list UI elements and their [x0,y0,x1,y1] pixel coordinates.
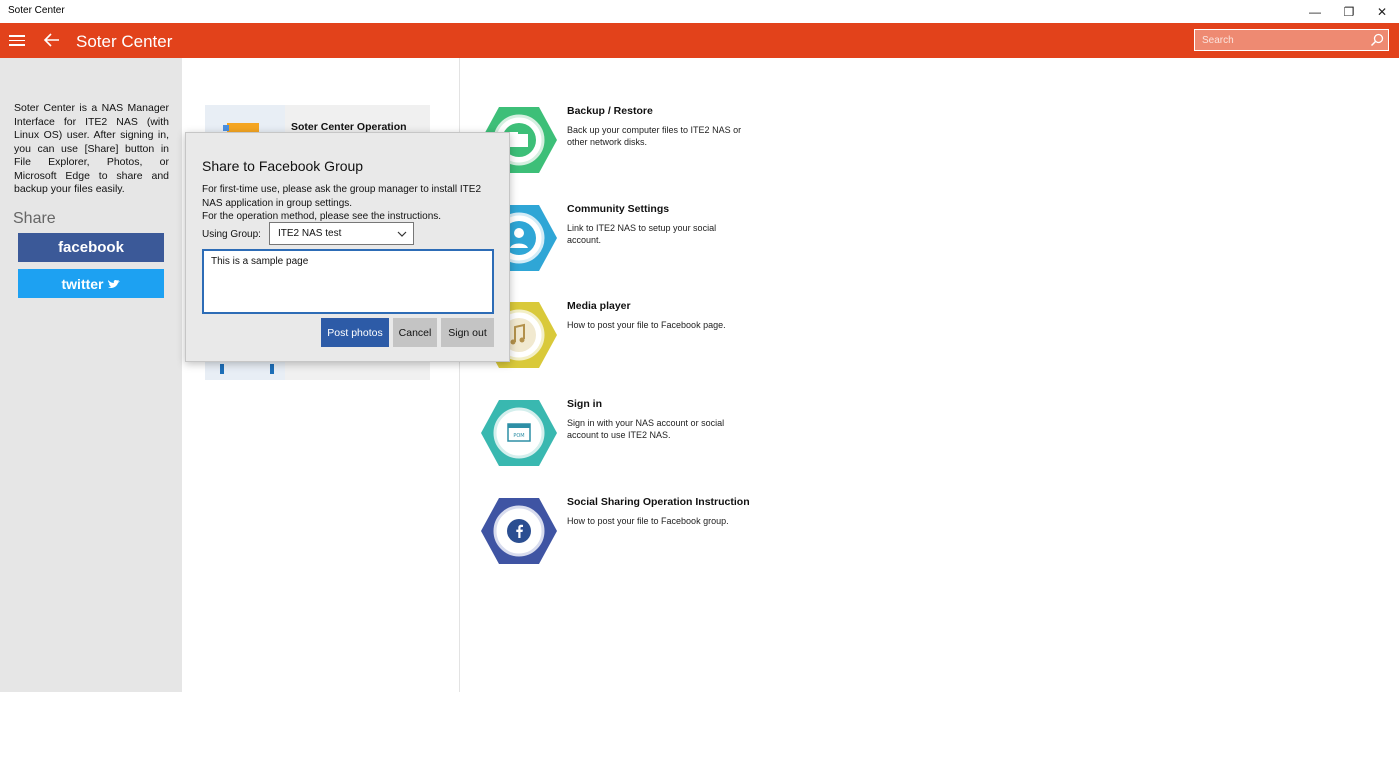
feature-desc: Back up your computer files to ITE2 NAS … [567,125,742,147]
feature-desc: How to post your file to Facebook page. [567,320,726,330]
app-title: Soter Center [76,32,173,51]
feature-backup-restore[interactable]: Backup / Restore Back up your computer f… [480,105,780,175]
post-photos-button[interactable]: Post photos [321,318,389,347]
dialog-message: For first-time use, please ask the group… [202,184,482,222]
hamburger-menu-icon[interactable] [9,35,25,46]
window-titlebar: Soter Center — ❐ ✕ [0,0,1399,23]
window-icon: POM [481,400,557,466]
facebook-label: facebook [58,239,124,256]
feature-sign-in[interactable]: POM Sign in Sign in with your NAS accoun… [480,398,780,468]
facebook-share-button[interactable]: facebook [18,233,164,262]
feature-desc: Sign in with your NAS account or social … [567,418,725,440]
search-box [1194,29,1389,51]
close-button[interactable]: ✕ [1365,0,1399,23]
feature-title: Community Settings [567,203,670,215]
app-bar: Soter Center [0,23,1399,58]
sign-out-button[interactable]: Sign out [441,318,494,347]
dialog-title: Share to Facebook Group [202,158,364,174]
twitter-bird-icon [107,279,120,288]
feature-community-settings[interactable]: Community Settings Link to ITE2 NAS to s… [480,203,780,273]
group-select[interactable]: ITE2 NAS test [269,222,414,245]
message-textarea[interactable]: This is a sample page [202,249,494,314]
left-pane: Soter Center is a NAS Manager Interface … [0,58,182,692]
search-input[interactable] [1195,30,1365,50]
feature-social-sharing[interactable]: Social Sharing Operation Instruction How… [480,496,780,566]
maximize-button[interactable]: ❐ [1332,0,1366,23]
app-description: Soter Center is a NAS Manager Interface … [14,102,169,195]
twitter-label: twitter [61,275,104,292]
share-heading: Share [13,210,56,227]
facebook-icon [481,498,557,564]
window-title: Soter Center [8,5,65,16]
cancel-button[interactable]: Cancel [393,318,437,347]
search-icon[interactable] [1370,33,1384,47]
feature-title: Sign in [567,398,602,410]
pom-label: POM [513,433,524,439]
feature-desc: How to post your file to Facebook group. [567,516,729,526]
feature-title: Backup / Restore [567,105,653,117]
back-arrow-icon[interactable] [43,31,61,49]
minimize-button[interactable]: — [1298,0,1332,23]
feature-media-player[interactable]: Media player How to post your file to Fa… [480,300,780,370]
share-facebook-dialog: Share to Facebook Group For first-time u… [185,132,510,362]
feature-title: Social Sharing Operation Instruction [567,496,750,508]
chevron-down-icon [397,231,407,237]
group-select-value: ITE2 NAS test [278,228,342,239]
feature-desc: Link to ITE2 NAS to setup your social ac… [567,223,717,245]
feature-title: Media player [567,300,631,312]
group-label: Using Group: [202,229,261,240]
twitter-share-button[interactable]: twitter [18,269,164,298]
